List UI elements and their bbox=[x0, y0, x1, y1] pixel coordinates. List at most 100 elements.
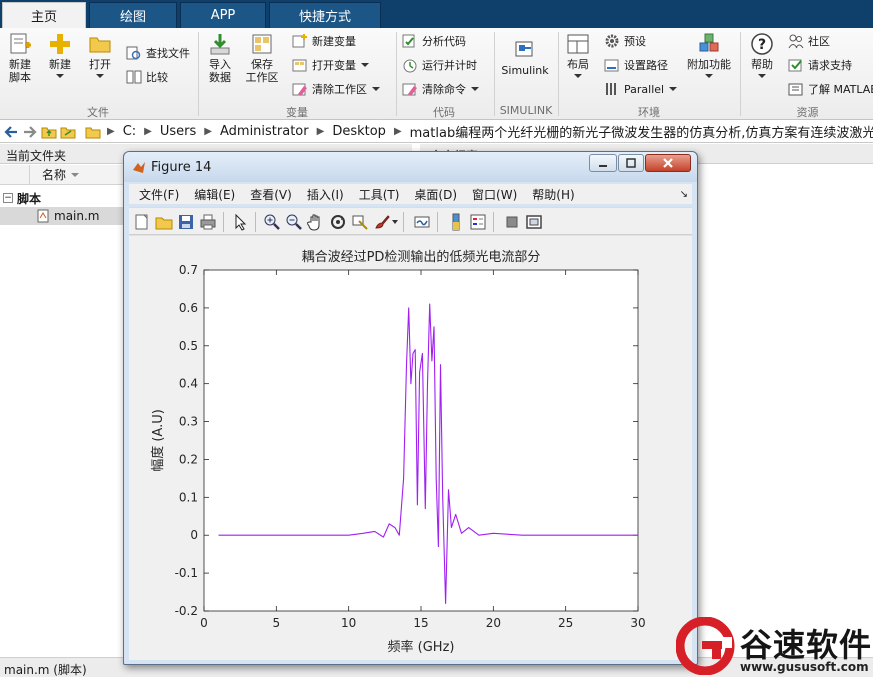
maximize-button[interactable] bbox=[618, 154, 644, 172]
new-figure-icon[interactable] bbox=[133, 213, 151, 231]
community-button[interactable]: 社区 bbox=[788, 32, 830, 50]
menu-file[interactable]: 文件(F) bbox=[139, 186, 179, 203]
tab-plots[interactable]: 绘图 bbox=[89, 2, 177, 28]
menu-tools[interactable]: 工具(T) bbox=[359, 186, 400, 203]
minimize-button[interactable] bbox=[589, 154, 617, 172]
ribbon-separator bbox=[198, 32, 199, 116]
save-icon[interactable] bbox=[177, 213, 195, 231]
group-resources-label: 资源 bbox=[796, 106, 819, 119]
sort-caret bbox=[71, 172, 80, 177]
help-question-icon: ? bbox=[751, 33, 773, 55]
pointer-arrow-icon[interactable] bbox=[231, 213, 249, 231]
preferences-button[interactable]: 预设 bbox=[604, 32, 646, 50]
legend-icon[interactable] bbox=[469, 213, 487, 231]
open-label: 打开 bbox=[89, 58, 111, 71]
learn-matlab-button[interactable]: 了解 MATLAB bbox=[788, 80, 873, 98]
run-and-time-label: 运行并计时 bbox=[422, 59, 477, 72]
tab-apps[interactable]: APP bbox=[180, 2, 266, 28]
hide-plot-tools-icon[interactable] bbox=[503, 213, 521, 231]
clear-workspace-button[interactable]: 清除工作区 bbox=[292, 80, 380, 98]
new-script-button[interactable]: 新建 脚本 bbox=[4, 32, 36, 84]
find-files-button[interactable]: 查找文件 bbox=[126, 44, 190, 62]
parallel-button[interactable]: Parallel bbox=[604, 80, 678, 98]
print-icon[interactable] bbox=[199, 213, 217, 231]
open-file-icon[interactable] bbox=[155, 213, 173, 231]
save-workspace-button[interactable]: 保存 工作区 bbox=[244, 32, 280, 84]
run-and-time-button[interactable]: 运行并计时 bbox=[402, 56, 477, 74]
link-plot-icon[interactable] bbox=[413, 213, 431, 231]
menu-desktop[interactable]: 桌面(D) bbox=[414, 186, 457, 203]
set-path-button[interactable]: 设置路径 bbox=[604, 56, 668, 74]
compare-button[interactable]: 比较 bbox=[126, 68, 168, 86]
tab-home[interactable]: 主页 bbox=[2, 2, 86, 28]
crumb-separator: ▶ bbox=[107, 126, 115, 137]
tree-folder-row[interactable]: − 脚本 bbox=[0, 189, 130, 207]
figure-menubar: 文件(F) 编辑(E) 查看(V) 插入(I) 工具(T) 桌面(D) 窗口(W… bbox=[129, 184, 692, 204]
data-cursor-icon[interactable] bbox=[351, 213, 369, 231]
menu-edit[interactable]: 编辑(E) bbox=[194, 186, 235, 203]
menu-insert[interactable]: 插入(I) bbox=[307, 186, 344, 203]
request-support-button[interactable]: 请求支持 bbox=[788, 56, 852, 74]
folder-icon bbox=[85, 127, 101, 138]
figure-canvas: 0 5 10 15 20 25 30 -0.2 -0.1 0 0.1 0.2 0.3 0.4 0.5 0.6 0… bbox=[129, 236, 692, 660]
x-tick-label: 0 bbox=[200, 616, 208, 630]
open-dropdown-caret bbox=[96, 74, 104, 78]
learn-matlab-label: 了解 MATLAB bbox=[808, 83, 873, 96]
open-button[interactable]: 打开 bbox=[84, 32, 116, 78]
rotate-3d-icon[interactable] bbox=[329, 213, 347, 231]
help-caret bbox=[758, 74, 766, 78]
addons-caret bbox=[705, 74, 713, 78]
crumb-administrator[interactable]: Administrator bbox=[220, 124, 309, 139]
crumb-project-folder[interactable]: matlab编程两个光纤光栅的新光子微波发生器的仿真分析,仿真方案有连续波激光器… bbox=[410, 122, 873, 141]
tab-shortcuts[interactable]: 快捷方式 bbox=[269, 2, 381, 28]
simulink-button[interactable]: Simulink bbox=[500, 38, 550, 77]
analyze-code-button[interactable]: 分析代码 bbox=[402, 32, 466, 50]
simulink-label: Simulink bbox=[501, 64, 549, 77]
figure-titlebar[interactable]: Figure 14 bbox=[124, 152, 697, 182]
clear-commands-label: 清除命令 bbox=[422, 83, 466, 96]
crumb-users[interactable]: Users bbox=[160, 124, 196, 139]
close-button[interactable] bbox=[645, 154, 691, 172]
parallel-label: Parallel bbox=[624, 82, 665, 96]
clear-commands-icon bbox=[402, 83, 417, 96]
back-arrow-icon[interactable] bbox=[3, 124, 19, 140]
x-axis-label: 频率 (GHz) bbox=[388, 639, 455, 655]
crumb-desktop[interactable]: Desktop bbox=[332, 124, 386, 139]
menu-help[interactable]: 帮助(H) bbox=[532, 186, 574, 203]
menu-window[interactable]: 窗口(W) bbox=[472, 186, 517, 203]
pan-hand-icon[interactable] bbox=[307, 213, 325, 231]
colorbar-icon[interactable] bbox=[447, 213, 465, 231]
toolbar-separator bbox=[255, 212, 256, 232]
brush-dropdown-caret[interactable] bbox=[392, 220, 398, 224]
simulink-icon bbox=[515, 41, 533, 57]
help-button[interactable]: ? 帮助 bbox=[746, 32, 778, 78]
tree-file-row[interactable]: main.m bbox=[0, 207, 130, 225]
brush-icon[interactable] bbox=[373, 213, 391, 231]
ribbon-separator bbox=[558, 32, 559, 116]
show-plot-tools-icon[interactable] bbox=[525, 213, 543, 231]
name-column-label: 名称 bbox=[42, 168, 67, 182]
tree-folder-label: 脚本 bbox=[17, 191, 42, 206]
maximize-icon bbox=[626, 158, 636, 168]
name-column-header[interactable]: 名称 bbox=[0, 165, 130, 185]
zoom-in-icon[interactable] bbox=[263, 213, 281, 231]
open-variable-button[interactable]: 打开变量 bbox=[292, 56, 369, 74]
new-variable-button[interactable]: 新建变量 bbox=[292, 32, 356, 50]
line-chart[interactable]: 0 5 10 15 20 25 30 -0.2 -0.1 0 0.1 0.2 0.3 0.4 0.5 0.6 0… bbox=[129, 236, 692, 660]
import-arrow-icon bbox=[210, 34, 230, 55]
collapse-toggle-icon[interactable]: − bbox=[3, 193, 13, 203]
browse-folder-icon[interactable] bbox=[60, 124, 76, 140]
new-button[interactable]: 新建 bbox=[44, 32, 76, 78]
import-data-button[interactable]: 导入 数据 bbox=[204, 32, 236, 84]
zoom-out-icon[interactable] bbox=[285, 213, 303, 231]
layout-button[interactable]: 布局 bbox=[562, 32, 594, 78]
menu-view[interactable]: 查看(V) bbox=[250, 186, 292, 203]
figure-window: Figure 14 文件(F) 编辑(E) 查看(V) 插入(I) 工具(T) … bbox=[123, 151, 698, 665]
clear-commands-button[interactable]: 清除命令 bbox=[402, 80, 479, 98]
crumb-drive[interactable]: C: bbox=[123, 124, 136, 139]
dock-arrow-icon[interactable]: ↘ bbox=[680, 189, 688, 200]
up-folder-icon[interactable] bbox=[41, 124, 57, 140]
addons-button[interactable]: 附加功能 bbox=[684, 32, 734, 78]
forward-arrow-icon[interactable] bbox=[22, 124, 38, 140]
parallel-caret bbox=[669, 87, 678, 91]
